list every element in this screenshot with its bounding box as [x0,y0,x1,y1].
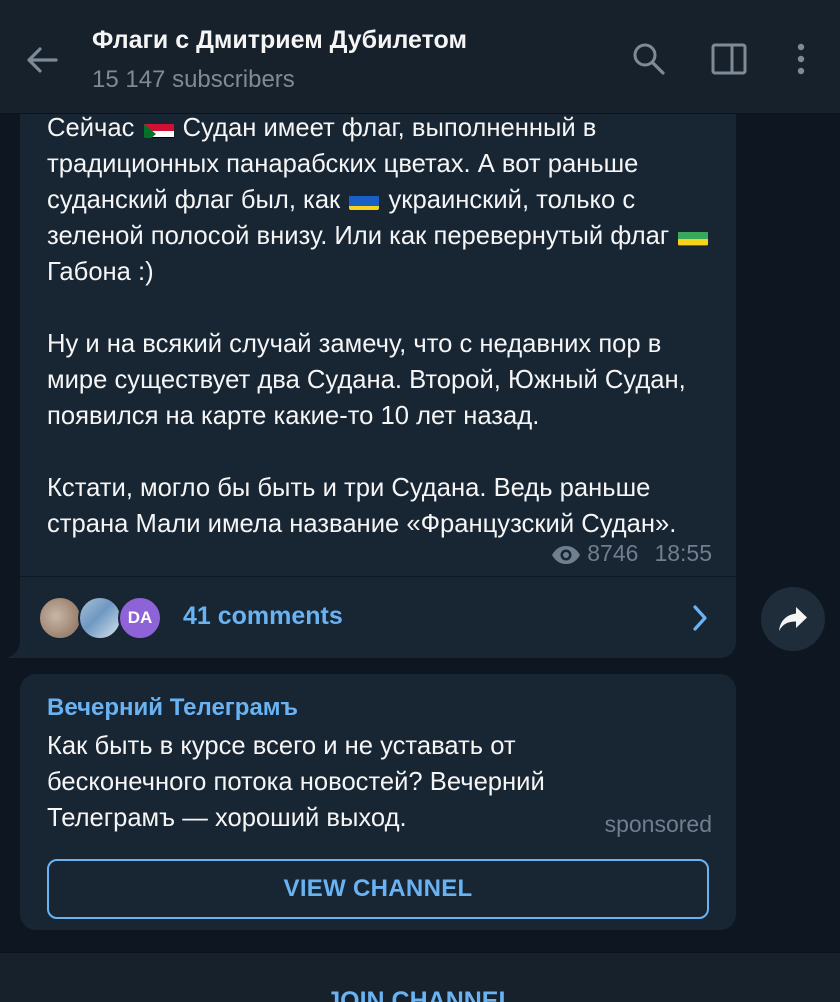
join-channel-button[interactable]: JOIN CHANNEL [0,987,840,1002]
views-eye-icon [551,544,581,571]
channel-title[interactable]: Флаги с Дмитрием Дубилетом [92,26,467,55]
post-paragraph-2: Ну и на всякий случай замечу, что с неда… [47,330,686,430]
more-vertical-icon[interactable] [782,40,820,78]
sponsored-message: Вечерний Телеграмъ Как быть в курсе всег… [20,674,736,930]
view-channel-button[interactable]: VIEW CHANNEL [47,859,709,919]
side-panel-icon[interactable] [710,40,748,78]
post-meta: 8746 18:55 [551,540,712,571]
gabon-flag-icon [678,226,709,246]
sponsor-channel-name[interactable]: Вечерний Телеграмъ [47,694,298,722]
ukraine-flag-icon [349,190,380,210]
back-arrow-icon[interactable] [22,40,62,80]
bottom-bar: JOIN CHANNEL [0,952,840,1002]
post-paragraph-1: Сейчас Судан имеет флаг, выполненный в т… [47,110,727,290]
chevron-right-icon[interactable] [690,603,710,633]
channel-post: Сейчас Судан имеет флаг, выполненный в т… [20,114,736,658]
commenter-avatars: DA [38,596,168,640]
post-time: 18:55 [654,540,712,566]
text-span: Сейчас [47,114,142,142]
sponsor-text: Как быть в курсе всего и не уставать от … [47,732,545,832]
comments-label[interactable]: 41 comments [183,602,343,631]
comments-button[interactable]: DA 41 comments [20,577,736,658]
text-span: Габона :) [47,258,154,286]
channel-header: Флаги с Дмитрием Дубилетом 15 147 subscr… [0,0,840,114]
sponsored-label: sponsored [604,811,712,837]
sudan-flag-icon [143,118,174,138]
bubble-tail [6,640,24,658]
avatar: DA [118,596,162,640]
search-icon[interactable] [630,40,668,78]
forward-button[interactable] [761,587,825,651]
view-count: 8746 [587,540,639,566]
avatar [78,596,122,640]
share-arrow-icon [779,607,807,631]
post-paragraph-3: Кстати, могло бы быть и три Судана. Ведь… [47,474,677,538]
subscriber-count: 15 147 subscribers [92,66,295,93]
post-text: Сейчас Судан имеет флаг, выполненный в т… [47,110,727,542]
avatar [38,596,82,640]
